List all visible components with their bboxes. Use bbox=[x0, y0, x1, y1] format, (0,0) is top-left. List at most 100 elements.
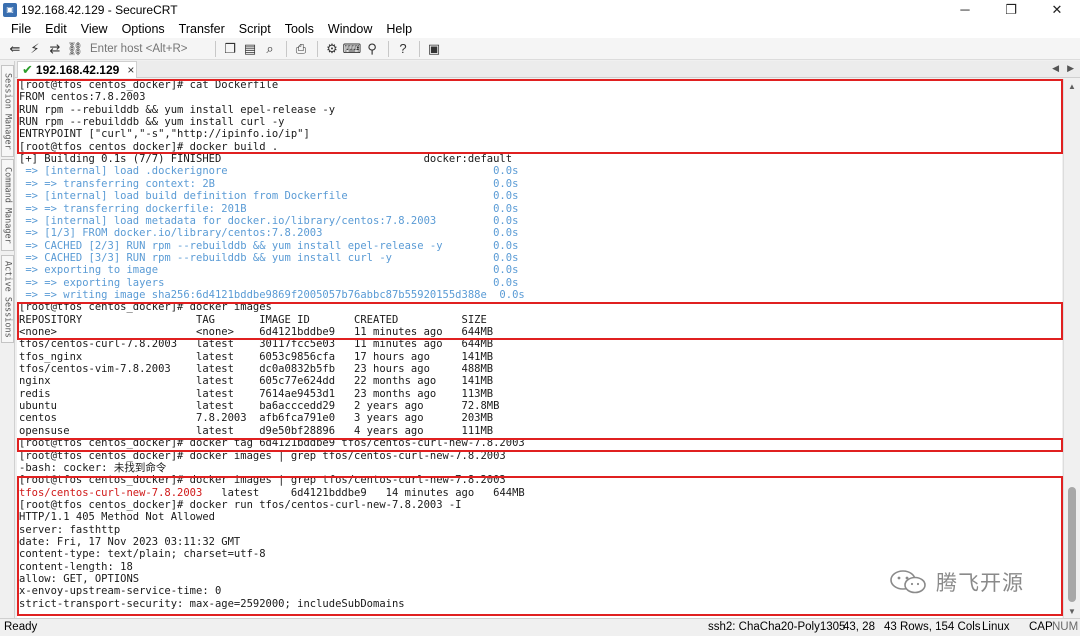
terminal-line: strict-transport-security: max-age=25920… bbox=[19, 597, 405, 610]
toolbar-separator bbox=[286, 40, 287, 57]
terminal-line: RUN rpm --rebuilddb && yum install epel-… bbox=[19, 103, 336, 116]
active-sessions-tab[interactable]: Active Sessions bbox=[1, 255, 14, 343]
tab-close-icon[interactable]: × bbox=[127, 63, 134, 77]
terminal-line: => [internal] load metadata for docker.i… bbox=[19, 214, 519, 227]
menu-script[interactable]: Script bbox=[232, 22, 278, 36]
terminal-line: date: Fri, 17 Nov 2023 03:11:32 GMT bbox=[19, 535, 241, 548]
terminal-line: => CACHED [2/3] RUN rpm --rebuilddb && y… bbox=[19, 239, 519, 252]
find-icon[interactable]: ⌕ bbox=[261, 40, 279, 58]
watermark-text: 腾飞开源 bbox=[936, 572, 1024, 595]
scroll-up-icon[interactable]: ▲ bbox=[1064, 79, 1080, 93]
paste-icon[interactable]: ▤ bbox=[241, 40, 259, 58]
terminal-line: tfos/centos-curl-7.8.2003 latest 30117fc… bbox=[19, 338, 494, 351]
minimize-button[interactable]: ─ bbox=[942, 0, 988, 19]
status-os: Linux bbox=[982, 621, 1010, 633]
terminal-line: [root@tfos centos_docker]# docker build … bbox=[19, 140, 279, 153]
terminal-line: <none> <none> 6d4121bddbe9 11 minutes ag… bbox=[19, 326, 494, 338]
menu-transfer[interactable]: Transfer bbox=[172, 22, 232, 36]
print-icon[interactable]: ⎙ bbox=[292, 40, 310, 58]
terminal-line: tfos/centos-vim-7.8.2003 latest dc0a0832… bbox=[19, 363, 494, 376]
terminal-scrollbar[interactable]: ▲ ▼ bbox=[1063, 79, 1080, 618]
terminal-line: [root@tfos centos_docker]# docker run tf… bbox=[19, 498, 462, 511]
terminal-line: [root@tfos centos_docker]# docker tag 6d… bbox=[19, 437, 525, 450]
status-cursor-position: 43, 28 bbox=[843, 621, 875, 633]
menu-window[interactable]: Window bbox=[321, 22, 379, 36]
terminal-line: -bash: cocker: 未找到命令 bbox=[19, 461, 167, 474]
grep-rest-text: latest 6d4121bddbe9 14 minutes ago 644MB bbox=[202, 486, 525, 499]
toolbar-separator bbox=[419, 40, 420, 57]
status-terminal-size: 43 Rows, 154 Cols bbox=[884, 621, 981, 633]
enter-host-input[interactable] bbox=[86, 40, 206, 57]
menu-bar: File Edit View Options Transfer Script T… bbox=[0, 19, 1080, 38]
toolbar-separator bbox=[388, 40, 389, 57]
terminal-line: => => writing image sha256:6d4121bddbe98… bbox=[19, 288, 525, 301]
scrollbar-thumb[interactable] bbox=[1068, 487, 1076, 602]
wechat-icon bbox=[890, 570, 926, 594]
close-button[interactable]: ✕ bbox=[1034, 0, 1080, 19]
watermark: 腾飞开源 bbox=[888, 567, 1024, 597]
connect-icon[interactable]: ⇚ bbox=[6, 40, 24, 58]
tab-scroll-arrows: ◀ ▶ bbox=[1044, 63, 1074, 74]
session-manager-tab[interactable]: Session Manager bbox=[1, 65, 14, 157]
terminal-line: HTTP/1.1 405 Method Not Allowed bbox=[19, 511, 215, 524]
menu-help[interactable]: Help bbox=[379, 22, 419, 36]
quick-connect-icon[interactable]: ⚡ bbox=[26, 40, 44, 58]
terminal-line: tfos_nginx latest 6053c9856cfa 17 hours … bbox=[19, 350, 494, 363]
tab-right-arrow-icon[interactable]: ▶ bbox=[1067, 63, 1074, 74]
terminal-line: centos 7.8.2003 afb6fca791e0 3 years ago… bbox=[19, 412, 494, 425]
terminal-output[interactable]: [root@tfos centos_docker]# cat Dockerfil… bbox=[17, 79, 1062, 618]
terminal-line: tfos/centos-curl-new-7.8.2003 latest 6d4… bbox=[19, 487, 525, 499]
session-tab-label: 192.168.42.129 bbox=[35, 63, 120, 77]
terminal-line: content-type: text/plain; charset=utf-8 bbox=[19, 548, 266, 561]
menu-file[interactable]: File bbox=[4, 22, 38, 36]
command-manager-tab[interactable]: Command Manager bbox=[1, 159, 14, 251]
menu-view[interactable]: View bbox=[74, 22, 115, 36]
securecrt-app-icon: ▣ bbox=[3, 2, 17, 17]
menu-edit[interactable]: Edit bbox=[38, 22, 74, 36]
terminal-line: [root@tfos centos_docker]# docker images… bbox=[19, 474, 506, 487]
status-bar: Ready ssh2: ChaCha20-Poly1305 43, 28 43 … bbox=[0, 618, 1080, 636]
side-panel: Session Manager Command Manager Active S… bbox=[0, 61, 15, 618]
window-title: 192.168.42.129 - SecureCRT bbox=[21, 2, 178, 17]
terminal-line: opensuse latest d9e50bf28896 4 years ago… bbox=[19, 424, 494, 437]
terminal-line: allow: GET, OPTIONS bbox=[19, 573, 140, 585]
terminal-line: server: fasthttp bbox=[19, 523, 121, 536]
terminal-line: ubuntu latest ba6acccedd29 2 years ago 7… bbox=[19, 400, 500, 413]
settings-icon[interactable]: ⚙ bbox=[323, 40, 341, 58]
terminal-line: => => transferring context: 2B 0.0s bbox=[19, 177, 519, 190]
reconnect-icon[interactable]: ⇄ bbox=[46, 40, 64, 58]
terminal-line: ENTRYPOINT ["curl","-s","http://ipinfo.i… bbox=[19, 128, 310, 141]
status-num: NUM bbox=[1052, 621, 1079, 633]
terminal-line: => [internal] load build definition from… bbox=[19, 190, 519, 203]
terminal-line: [root@tfos centos_docker]# docker images bbox=[19, 301, 272, 314]
tab-left-arrow-icon[interactable]: ◀ bbox=[1052, 63, 1059, 74]
terminal-line: FROM centos:7.8.2003 bbox=[19, 91, 146, 104]
maximize-button[interactable]: ❐ bbox=[988, 0, 1034, 19]
status-caps: CAP bbox=[1029, 621, 1053, 633]
screenshot-icon[interactable]: ▣ bbox=[425, 40, 443, 58]
terminal-line: => => exporting layers 0.0s bbox=[19, 276, 519, 289]
menu-options[interactable]: Options bbox=[115, 22, 172, 36]
toolbar-separator bbox=[215, 40, 216, 57]
terminal-line: [+] Building 0.1s (7/7) FINISHED docker:… bbox=[19, 153, 513, 166]
disconnect-icon[interactable]: ⛓ bbox=[66, 40, 84, 58]
sftp-icon[interactable]: ⚲ bbox=[363, 40, 381, 58]
terminal-line: => exporting to image 0.0s bbox=[19, 264, 519, 277]
session-tab-strip: ✔ 192.168.42.129 × ◀ ▶ bbox=[15, 61, 1080, 78]
terminal-line: nginx latest 605c77e624dd 22 months ago … bbox=[19, 375, 494, 388]
copy-icon[interactable]: ❐ bbox=[221, 40, 239, 58]
grep-match-text: tfos/centos-curl-new-7.8.2003 bbox=[19, 486, 203, 499]
help-icon[interactable]: ? bbox=[394, 40, 412, 58]
terminal-line: [root@tfos centos_docker]# cat Dockerfil… bbox=[19, 79, 279, 91]
session-tab[interactable]: ✔ 192.168.42.129 × bbox=[17, 61, 137, 78]
terminal-line: RUN rpm --rebuilddb && yum install curl … bbox=[19, 116, 285, 129]
window-controls: ─ ❐ ✕ bbox=[942, 0, 1080, 19]
terminal-line: => [internal] load .dockerignore 0.0s bbox=[19, 165, 519, 178]
status-ready: Ready bbox=[4, 621, 38, 633]
terminal-line: => CACHED [3/3] RUN rpm --rebuilddb && y… bbox=[19, 251, 519, 264]
scroll-down-icon[interactable]: ▼ bbox=[1064, 604, 1080, 618]
keymap-icon[interactable]: ⌨ bbox=[343, 40, 362, 58]
terminal-line: REPOSITORY TAG IMAGE ID CREATED SIZE bbox=[19, 313, 487, 326]
menu-tools[interactable]: Tools bbox=[278, 22, 321, 36]
terminal-line: content-length: 18 bbox=[19, 560, 133, 573]
